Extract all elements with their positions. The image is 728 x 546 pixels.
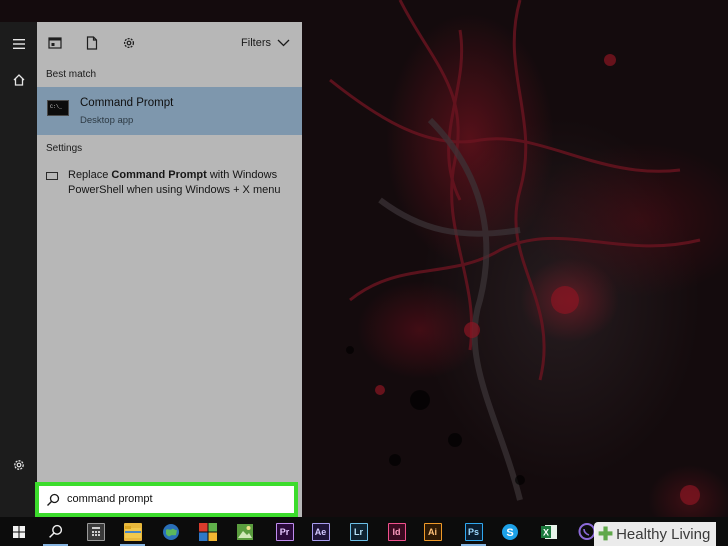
plus-icon: ✚ [598, 523, 614, 544]
after-effects-icon: Ae [311, 522, 330, 541]
setting-result-text: Replace Command Prompt with Windows Powe… [68, 168, 298, 198]
taskbar-app-after-effects[interactable]: Ae [302, 517, 339, 546]
start-rail [0, 22, 37, 517]
indesign-icon: Id [387, 522, 406, 541]
setting-text-prefix: Replace [68, 169, 112, 181]
search-input[interactable]: command prompt [67, 493, 153, 505]
watermark-text: Healthy Living [616, 525, 711, 543]
search-box[interactable]: command prompt [35, 482, 298, 517]
illustrator-icon: Ai [423, 522, 442, 541]
taskbar-skype[interactable]: S [491, 517, 528, 546]
excel-icon: X [540, 524, 557, 539]
taskbar-app-illustrator[interactable]: Ai [414, 517, 451, 546]
windows-logo-icon [12, 525, 25, 538]
colored-squares-icon [198, 522, 217, 541]
skype-icon: S [501, 523, 518, 540]
best-match-title: Command Prompt [80, 97, 174, 109]
globe-icon [162, 523, 179, 540]
taskbar-search-button[interactable] [37, 517, 74, 546]
panel-toolbar: Filters [37, 22, 302, 64]
settings-filter-button[interactable] [120, 34, 138, 52]
taskbar-app-lightroom[interactable]: Lr [340, 517, 377, 546]
taskbar-file-explorer[interactable] [114, 517, 151, 546]
search-results-panel: Filters Best match C:\_ Command Prompt D… [37, 22, 302, 517]
home-button[interactable] [0, 65, 37, 95]
picture-icon [236, 523, 253, 540]
documents-filter-button[interactable] [83, 34, 101, 52]
search-icon [49, 524, 63, 538]
gear-icon [123, 37, 135, 49]
start-button[interactable] [0, 517, 37, 546]
settings-button[interactable] [0, 450, 37, 480]
filters-label: Filters [241, 37, 271, 49]
display-icon [46, 172, 58, 180]
app-window-icon [48, 37, 62, 49]
best-match-subtitle: Desktop app [80, 115, 134, 126]
taskbar-image-app[interactable] [226, 517, 263, 546]
hamburger-menu-button[interactable] [0, 29, 37, 59]
lightroom-icon: Lr [349, 522, 368, 541]
search-icon [47, 493, 60, 506]
filters-dropdown[interactable]: Filters [241, 35, 290, 51]
svg-text:C:\_: C:\_ [50, 104, 63, 110]
hamburger-icon [12, 39, 25, 49]
watermark-logo: ✚ Healthy Living [594, 522, 717, 546]
calculator-icon [86, 522, 105, 541]
photoshop-icon: Ps [464, 522, 483, 541]
best-match-heading: Best match [46, 69, 97, 80]
premiere-icon: Pr [275, 522, 294, 541]
apps-filter-button[interactable] [46, 34, 64, 52]
taskbar-browser[interactable] [152, 517, 189, 546]
document-icon [86, 36, 98, 50]
chevron-down-icon [277, 39, 290, 47]
best-match-result[interactable]: C:\_ Command Prompt Desktop app [37, 87, 302, 135]
taskbar-app-premiere[interactable]: Pr [266, 517, 303, 546]
viber-icon [578, 522, 595, 540]
taskbar-app-photoshop[interactable]: Ps [455, 517, 492, 546]
command-prompt-icon: C:\_ [47, 100, 69, 116]
svg-text:S: S [506, 527, 513, 539]
home-icon [13, 74, 24, 86]
taskbar-app-indesign[interactable]: Id [378, 517, 415, 546]
taskbar-office-app[interactable] [189, 517, 226, 546]
settings-heading: Settings [46, 143, 83, 154]
taskbar-calculator[interactable] [77, 517, 114, 546]
gear-icon [13, 460, 24, 470]
setting-result[interactable]: Replace Command Prompt with Windows Powe… [37, 167, 302, 203]
taskbar-excel[interactable]: X [530, 517, 567, 546]
setting-text-bold: Command Prompt [111, 169, 207, 181]
folder-icon [123, 522, 142, 541]
svg-text:X: X [542, 527, 548, 537]
